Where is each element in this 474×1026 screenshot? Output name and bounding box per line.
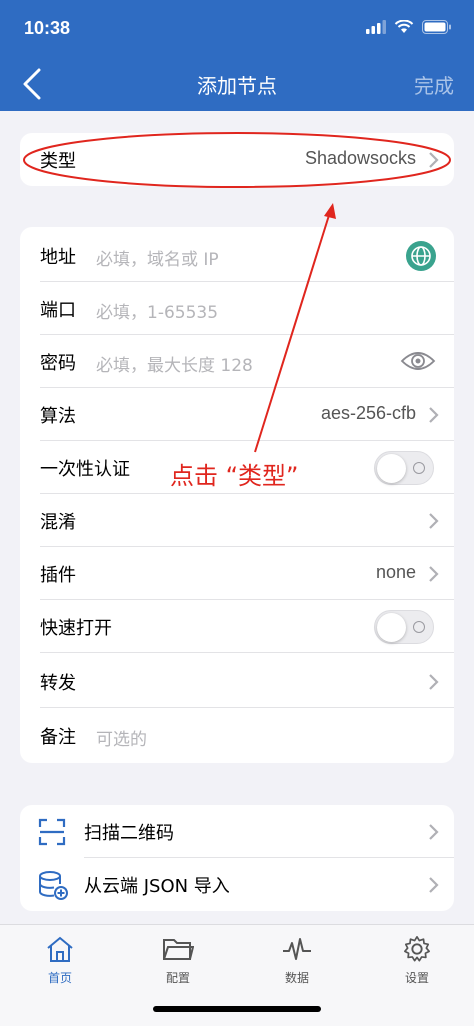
annotation-text: 点击 “类型” — [170, 462, 299, 490]
scan-qr-row[interactable]: 扫描二维码 — [20, 805, 454, 858]
plugin-value: none — [375, 562, 416, 582]
port-row[interactable]: 端口 必填，1-65535 — [20, 282, 454, 335]
signal-icon — [366, 20, 386, 34]
tab-settings[interactable]: 设置 — [377, 935, 457, 986]
fast-open-toggle[interactable] — [374, 610, 434, 644]
tab-config-label: 配置 — [165, 971, 190, 985]
tab-data[interactable]: 数据 — [257, 935, 337, 986]
done-button[interactable]: 完成 — [414, 70, 454, 99]
tab-home-label: 首页 — [47, 971, 72, 985]
home-icon — [47, 936, 73, 962]
activity-icon — [283, 938, 311, 960]
password-input[interactable]: 必填，最大长度 128 — [96, 351, 253, 376]
one-time-auth-toggle[interactable] — [374, 451, 434, 485]
type-card: 类型 Shadowsocks — [20, 133, 454, 186]
import-cloud-label: 从云端 JSON 导入 — [84, 876, 230, 897]
plugin-row[interactable]: 插件 none — [20, 547, 454, 600]
password-label: 密码 — [40, 353, 76, 374]
toggle-knob — [377, 454, 406, 483]
page-title: 添加节点 — [197, 74, 277, 98]
fast-open-row: 快速打开 — [20, 600, 454, 653]
tab-settings-label: 设置 — [404, 971, 429, 985]
toggle-knob — [377, 613, 406, 642]
chevron-right-icon — [429, 674, 439, 690]
chevron-right-icon — [429, 407, 439, 423]
algorithm-value: aes-256-cfb — [320, 403, 416, 423]
toggle-off-indicator — [413, 621, 425, 633]
algorithm-label: 算法 — [40, 406, 76, 427]
globe-icon[interactable] — [406, 241, 436, 271]
scan-qr-icon — [38, 818, 66, 846]
wifi-icon — [394, 20, 414, 33]
remark-row[interactable]: 备注 可选的 — [20, 709, 454, 762]
nav-header: 10:38 添加节点 完成 — [0, 0, 474, 111]
eye-icon[interactable] — [400, 349, 436, 373]
chevron-right-icon — [429, 824, 439, 840]
battery-icon — [422, 20, 451, 34]
one-time-auth-label: 一次性认证 — [40, 459, 130, 480]
fast-open-label: 快速打开 — [40, 618, 112, 639]
tab-home[interactable]: 首页 — [20, 935, 100, 986]
obfs-label: 混淆 — [40, 512, 76, 533]
database-import-icon — [39, 871, 68, 900]
password-row[interactable]: 密码 必填，最大长度 128 — [20, 335, 454, 388]
gear-icon — [404, 936, 430, 962]
obfs-row[interactable]: 混淆 — [20, 494, 454, 547]
algorithm-row[interactable]: 算法 aes-256-cfb — [20, 388, 454, 441]
scan-qr-label: 扫描二维码 — [84, 823, 174, 844]
folder-icon — [163, 939, 195, 960]
node-form-card: 地址 必填，域名或 IP 端口 必填，1-65535 密码 必填，最大长度 12… — [20, 227, 454, 763]
forward-row[interactable]: 转发 — [20, 655, 454, 708]
remark-label: 备注 — [40, 727, 76, 748]
chevron-right-icon — [429, 877, 439, 893]
tab-config[interactable]: 配置 — [138, 935, 218, 986]
plugin-label: 插件 — [40, 565, 76, 586]
tab-data-label: 数据 — [284, 971, 309, 985]
port-label: 端口 — [40, 300, 76, 321]
chevron-right-icon — [429, 513, 439, 529]
home-indicator — [153, 1006, 321, 1012]
annotation-arrow-head — [324, 203, 336, 219]
address-label: 地址 — [40, 247, 76, 268]
type-row[interactable]: 类型 Shadowsocks — [20, 133, 454, 186]
address-row[interactable]: 地址 必填，域名或 IP — [20, 229, 454, 282]
remark-input[interactable]: 可选的 — [96, 725, 147, 750]
port-input[interactable]: 必填，1-65535 — [96, 298, 218, 323]
type-label: 类型 — [40, 151, 76, 172]
forward-label: 转发 — [40, 673, 76, 694]
chevron-right-icon — [429, 566, 439, 582]
address-input[interactable]: 必填，域名或 IP — [96, 245, 219, 270]
type-value: Shadowsocks — [304, 148, 416, 168]
status-icons — [366, 20, 452, 34]
chevron-right-icon — [429, 152, 439, 168]
import-cloud-row[interactable]: 从云端 JSON 导入 — [20, 858, 454, 911]
toggle-off-indicator — [413, 462, 425, 474]
status-time: 10:38 — [24, 18, 71, 38]
import-actions-card: 扫描二维码 从云端 JSON 导入 — [20, 805, 454, 911]
